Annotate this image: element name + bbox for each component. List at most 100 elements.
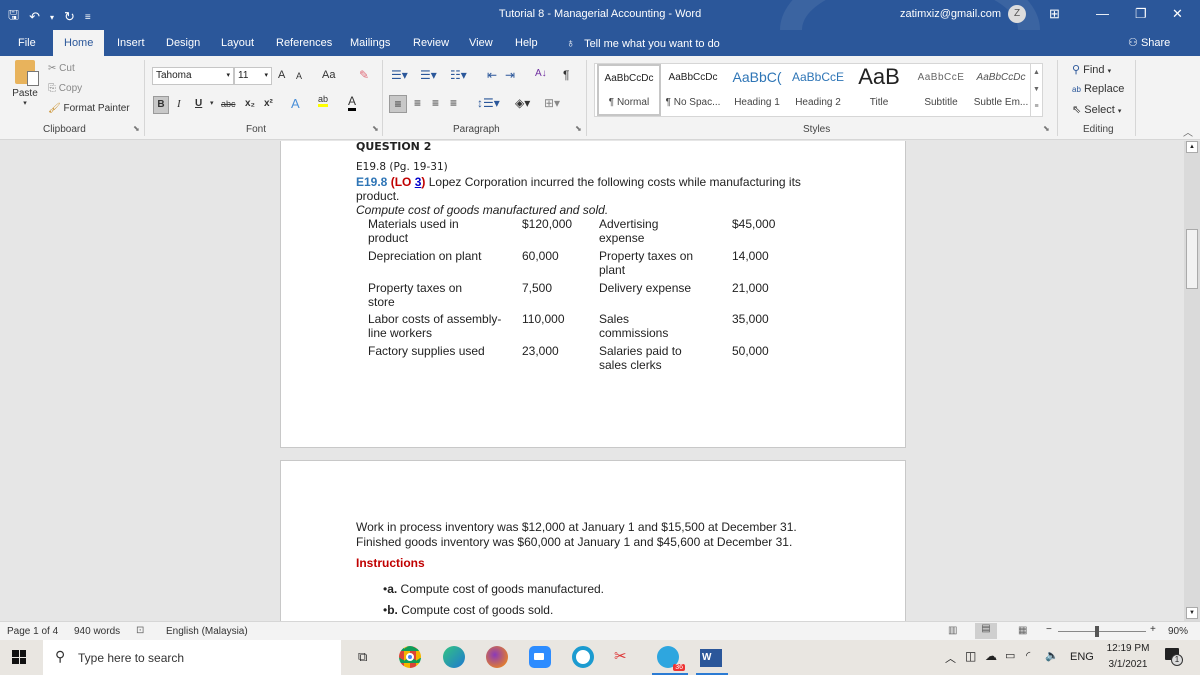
styles-launcher-icon[interactable]: ⬊ [1043,124,1050,133]
font-color-button[interactable]: A [348,94,357,111]
collapse-ribbon-icon[interactable]: ︿ [1183,124,1193,139]
firefox-icon[interactable] [486,646,508,668]
ribbon-display-options-icon[interactable]: ⊞ [1049,6,1060,22]
windows-start-icon[interactable] [12,650,26,664]
text-effects-button[interactable]: A [291,96,300,111]
battery-icon[interactable]: ▭ [1005,649,1015,662]
font-name-select[interactable]: Tahoma ▾ [152,67,234,85]
more-styles-icon[interactable]: ≡ [1031,98,1042,115]
style-no-spacing[interactable]: AaBbCcDc ¶ No Spac... [662,64,724,116]
tell-me-search[interactable]: ♁ Tell me what you want to do [558,30,728,56]
subscript-button[interactable]: x₂ [245,98,255,109]
minimize-button[interactable]: — [1096,6,1109,21]
snipping-tool-icon[interactable]: ✂ [614,647,627,665]
scroll-up-button[interactable]: ▲ [1186,141,1198,153]
underline-button[interactable]: U [195,98,202,109]
chevron-down-icon[interactable]: ▼ [1031,81,1042,98]
read-mode-icon[interactable]: ▥ [948,625,957,636]
edge-icon[interactable] [443,646,465,668]
shading-icon[interactable]: ◈▾ [515,96,530,110]
sort-icon[interactable]: A↓ [535,68,547,79]
shrink-font-button[interactable]: A [296,71,302,81]
font-launcher-icon[interactable]: ⬊ [372,124,379,133]
copy-button[interactable]: ⎘ Copy [48,83,82,94]
tab-layout[interactable]: Layout [213,30,262,56]
select-button[interactable]: ⇖ Select ▾ [1072,103,1121,116]
paragraph-launcher-icon[interactable]: ⬊ [575,124,582,133]
cut-button[interactable]: ✂ Cut [48,63,75,74]
word-app-icon[interactable]: W [700,649,722,667]
input-language[interactable]: ENG [1070,651,1094,663]
tab-references[interactable]: References [268,30,340,56]
zoom-out-button[interactable]: − [1046,624,1052,635]
style-subtle-emphasis[interactable]: AaBbCcDc Subtle Em... [973,64,1029,116]
scroll-down-button[interactable]: ▼ [1186,607,1198,619]
tab-view[interactable]: View [461,30,501,56]
print-layout-icon[interactable]: ▤ [975,623,997,639]
onedrive-icon[interactable]: ☁ [985,649,997,663]
replace-button[interactable]: ab Replace [1072,83,1124,95]
web-layout-icon[interactable]: ▦ [1018,625,1027,636]
format-painter-button[interactable]: 🖌 Format Painter [48,103,130,114]
avatar[interactable]: Z [1008,5,1026,23]
highlight-color-button[interactable]: ab [318,94,329,107]
clear-formatting-icon[interactable]: ✎ [359,68,369,82]
clock-time[interactable]: 12:19 PM [1105,643,1151,654]
chrome-icon[interactable] [399,646,421,668]
scroll-thumb[interactable] [1186,229,1198,289]
bold-button[interactable]: B [153,96,169,114]
italic-button[interactable]: I [177,98,181,110]
zoom-slider[interactable] [1058,631,1146,632]
style-subtitle[interactable]: AaBbCcE Subtitle [911,64,971,116]
zoom-app-icon[interactable] [529,646,551,668]
align-right-button[interactable]: ≡ [432,96,439,110]
word-count[interactable]: 940 words [74,626,120,637]
grow-font-button[interactable]: A [278,69,285,81]
borders-icon[interactable]: ⊞▾ [544,96,560,110]
line-spacing-icon[interactable]: ↕☰▾ [477,96,500,110]
restore-button[interactable]: ❐ [1135,6,1147,22]
decrease-indent-icon[interactable]: ⇤ [487,68,497,82]
font-size-select[interactable]: 11 ▾ [234,67,272,85]
clock-date[interactable]: 3/1/2021 [1105,659,1151,670]
show-hidden-icons[interactable]: ︿ [945,650,956,666]
numbering-icon[interactable]: ☰▾ [420,68,437,82]
paste-button[interactable]: Paste ▾ [8,60,42,107]
webex-icon[interactable] [572,646,594,668]
bullets-icon[interactable]: ☰▾ [391,68,408,82]
chevron-up-icon[interactable]: ▲ [1031,64,1042,81]
justify-button[interactable]: ≡ [450,96,457,110]
meet-now-icon[interactable]: ◫ [965,649,976,663]
multilevel-list-icon[interactable]: ☷▾ [450,68,467,82]
tab-mailings[interactable]: Mailings [342,30,398,56]
action-center-icon[interactable]: 1 [1165,648,1183,666]
telegram-icon[interactable]: 36 [657,646,685,671]
clipboard-launcher-icon[interactable]: ⬊ [133,124,140,133]
change-case-button[interactable]: Aa [322,69,335,81]
zoom-slider-thumb[interactable] [1095,626,1100,637]
share-button[interactable]: ⚇ Share [1120,30,1178,56]
volume-icon[interactable]: 🔈 [1045,649,1059,662]
tab-file[interactable]: File [10,30,44,56]
find-button[interactable]: ⚲ Find ▾ [1072,63,1111,76]
style-title[interactable]: AaB Title [851,64,907,116]
tab-insert[interactable]: Insert [109,30,153,56]
tab-review[interactable]: Review [405,30,457,56]
strikethrough-button[interactable]: abc [221,99,236,109]
zoom-level[interactable]: 90% [1168,626,1188,637]
styles-scroll[interactable]: ▲ ▼ ≡ [1030,64,1042,116]
proofing-icon[interactable]: ⊡ [136,625,144,636]
style-normal[interactable]: AaBbCcDc ¶ Normal [597,64,661,116]
align-center-button[interactable]: ≡ [414,96,421,110]
tab-home[interactable]: Home [53,30,105,56]
page-count[interactable]: Page 1 of 4 [7,626,58,637]
wifi-icon[interactable]: ◜ [1026,649,1030,662]
tab-help[interactable]: Help [507,30,546,56]
language[interactable]: English (Malaysia) [166,626,248,637]
show-formatting-icon[interactable]: ¶ [563,68,569,82]
superscript-button[interactable]: x² [264,98,273,109]
task-view-icon[interactable]: ⧉ [358,649,367,665]
align-left-button[interactable]: ≡ [389,95,407,113]
zoom-in-button[interactable]: + [1150,624,1156,635]
account-email[interactable]: zatimxiz@gmail.com [900,8,1001,20]
